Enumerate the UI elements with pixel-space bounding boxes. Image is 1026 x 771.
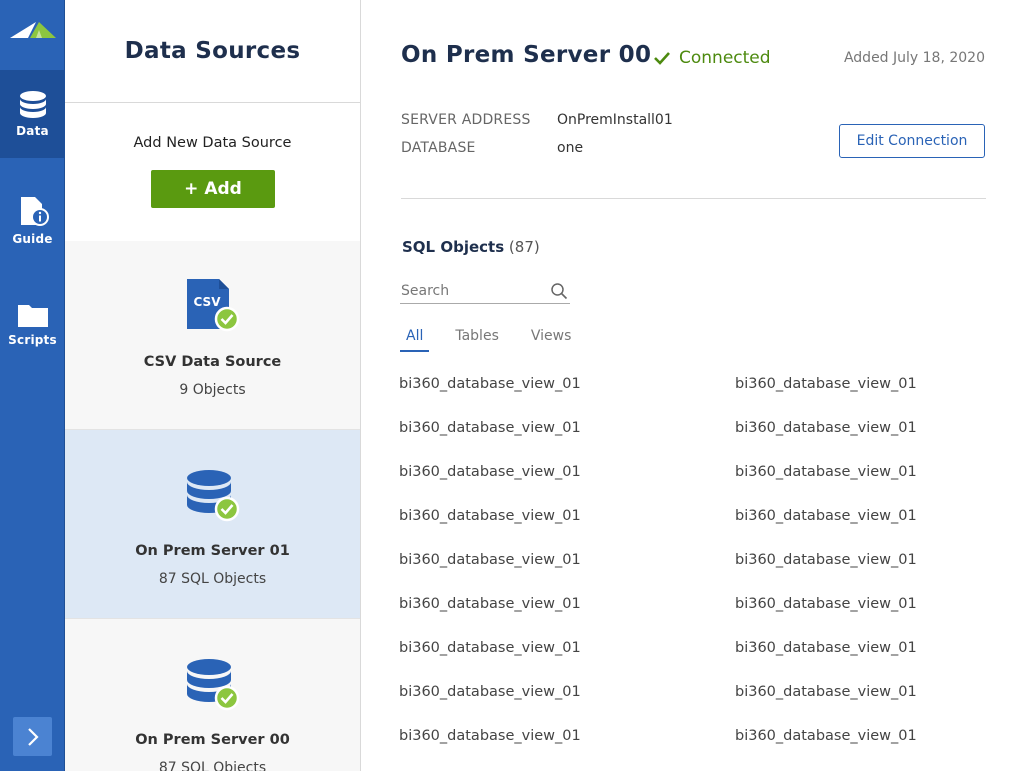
- list-item[interactable]: bi360_database_view_01: [399, 508, 581, 524]
- server-address-label: SERVER ADDRESS: [401, 112, 531, 128]
- server-address-value: OnPremInstall01: [557, 112, 673, 128]
- source-name: On Prem Server 00: [135, 732, 290, 748]
- object-filter-tabs: All Tables Views: [400, 326, 597, 352]
- tab-tables[interactable]: Tables: [449, 326, 505, 352]
- list-item[interactable]: bi360_database_view_01: [735, 684, 917, 700]
- sql-objects-heading: SQL Objects (87): [402, 238, 540, 256]
- icon-rail: Data Guide Scripts: [0, 0, 65, 771]
- rail-item-label: Data: [16, 124, 49, 138]
- list-item[interactable]: bi360_database_view_01: [735, 596, 917, 612]
- list-item[interactable]: bi360_database_view_01: [735, 552, 917, 568]
- list-item[interactable]: bi360_database_view_01: [399, 464, 581, 480]
- app-logo-icon[interactable]: [8, 18, 58, 42]
- database-icon: [187, 659, 240, 711]
- source-card-server-00[interactable]: On Prem Server 00 87 SQL Objects: [65, 619, 360, 771]
- rail-item-scripts[interactable]: Scripts: [0, 280, 65, 368]
- csv-icon-text: CSV: [194, 295, 222, 309]
- source-detail: On Prem Server 00 Connected Added July 1…: [361, 0, 1026, 771]
- source-count: 87 SQL Objects: [158, 571, 267, 587]
- source-name: CSV Data Source: [143, 354, 282, 370]
- source-card-csv[interactable]: CSV CSV Data Source 9 Objects: [65, 241, 360, 430]
- search-icon[interactable]: [550, 282, 568, 300]
- source-card-server-01[interactable]: On Prem Server 01 87 SQL Objects: [65, 430, 360, 619]
- data-sources-panel: Data Sources Add New Data Source + Add C…: [65, 0, 361, 771]
- list-item[interactable]: bi360_database_view_01: [399, 728, 581, 744]
- list-item[interactable]: bi360_database_view_01: [735, 464, 917, 480]
- folder-icon: [17, 305, 48, 327]
- status-text: Connected: [679, 48, 771, 68]
- list-item[interactable]: bi360_database_view_01: [399, 376, 581, 392]
- edit-connection-button[interactable]: Edit Connection: [839, 124, 985, 158]
- add-source-label: Add New Data Source: [133, 135, 292, 151]
- tab-views[interactable]: Views: [525, 326, 578, 352]
- sql-objects-title: SQL Objects: [402, 238, 505, 256]
- database-icon: [19, 91, 46, 118]
- chevron-right-icon: [27, 727, 39, 746]
- expand-rail-button[interactable]: [13, 717, 52, 756]
- connection-status: Connected: [653, 48, 771, 68]
- rail-item-label: Scripts: [8, 333, 57, 347]
- list-item[interactable]: bi360_database_view_01: [735, 508, 917, 524]
- search-box: [400, 280, 570, 304]
- guide-doc-icon: [20, 197, 49, 226]
- list-item[interactable]: bi360_database_view_01: [399, 596, 581, 612]
- list-item[interactable]: bi360_database_view_01: [399, 552, 581, 568]
- list-item[interactable]: bi360_database_view_01: [399, 684, 581, 700]
- add-source-button[interactable]: + Add: [151, 170, 275, 208]
- panel-title: Data Sources: [65, 0, 360, 103]
- list-item[interactable]: bi360_database_view_01: [735, 376, 917, 392]
- source-name: On Prem Server 01: [135, 543, 290, 559]
- database-icon: [187, 470, 240, 522]
- list-item[interactable]: bi360_database_view_01: [399, 640, 581, 656]
- database-value: one: [557, 140, 584, 156]
- search-input[interactable]: [401, 280, 546, 302]
- sql-objects-count: (87): [508, 238, 540, 256]
- page-title: On Prem Server 00: [401, 42, 652, 68]
- checkmark-icon: [654, 52, 670, 65]
- list-item[interactable]: bi360_database_view_01: [735, 640, 917, 656]
- add-source-section: Add New Data Source + Add: [65, 103, 360, 241]
- list-item[interactable]: bi360_database_view_01: [735, 420, 917, 436]
- rail-item-guide[interactable]: Guide: [0, 176, 65, 264]
- divider: [401, 198, 986, 199]
- source-count: 9 Objects: [179, 382, 246, 398]
- source-count: 87 SQL Objects: [158, 760, 267, 771]
- added-date: Added July 18, 2020: [843, 50, 985, 66]
- rail-item-label: Guide: [12, 232, 53, 246]
- rail-item-data[interactable]: Data: [0, 70, 65, 158]
- list-item[interactable]: bi360_database_view_01: [735, 728, 917, 744]
- tab-all[interactable]: All: [400, 326, 430, 352]
- database-label: DATABASE: [401, 140, 476, 156]
- list-item[interactable]: bi360_database_view_01: [399, 420, 581, 436]
- csv-file-icon: CSV: [187, 279, 240, 332]
